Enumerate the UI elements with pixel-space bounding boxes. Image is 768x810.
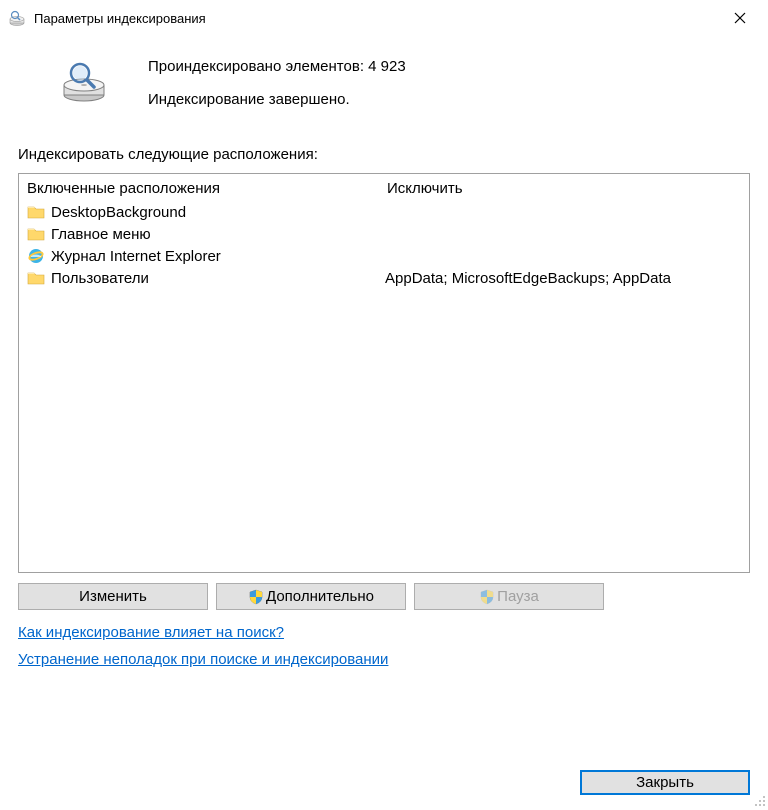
folder-icon [27,225,45,243]
advanced-button[interactable]: Дополнительно [216,583,406,610]
indexed-count-label: Проиндексировано элементов: 4 923 [148,56,406,75]
locations-list[interactable]: Включенные расположения Исключить Deskto… [18,173,750,573]
location-name: DesktopBackground [51,204,385,221]
location-name: Пользователи [51,270,385,287]
indexing-options-icon [8,9,26,27]
uac-shield-icon [248,589,264,605]
close-button[interactable]: Закрыть [580,770,750,795]
close-icon [734,12,746,24]
footer: Закрыть [580,770,750,795]
modify-button[interactable]: Изменить [18,583,208,610]
pause-button: Пауза [414,583,604,610]
folder-icon [27,203,45,221]
location-name: Журнал Internet Explorer [51,248,385,265]
titlebar: Параметры индексирования [0,0,768,36]
troubleshoot-link[interactable]: Устранение неполадок при поиске и индекс… [18,651,388,668]
table-row[interactable]: ПользователиAppData; MicrosoftEdgeBackup… [19,267,749,289]
pause-button-label: Пауза [497,588,539,605]
how-indexing-affects-link[interactable]: Как индексирование влияет на поиск? [18,624,284,641]
button-row: Изменить Дополнительно Пауза [18,583,750,610]
status-area: Проиндексировано элементов: 4 923 Индекс… [0,36,768,138]
folder-icon [27,269,45,287]
location-name: Главное меню [51,226,385,243]
column-header-included[interactable]: Включенные расположения [27,180,387,197]
table-row[interactable]: DesktopBackground [19,201,749,223]
table-header: Включенные расположения Исключить [19,174,749,201]
location-excluded: AppData; MicrosoftEdgeBackups; AppData [385,270,741,287]
table-row[interactable]: Журнал Internet Explorer [19,245,749,267]
close-window-button[interactable] [720,4,760,32]
locations-section-label: Индексировать следующие расположения: [0,138,768,173]
ie-icon [27,247,45,265]
indexing-status-label: Индексирование завершено. [148,91,406,108]
resize-grip[interactable] [754,795,766,807]
column-header-excluded[interactable]: Исключить [387,180,741,197]
window-title: Параметры индексирования [34,11,720,26]
table-row[interactable]: Главное меню [19,223,749,245]
links-area: Как индексирование влияет на поиск? Устр… [0,616,768,678]
uac-shield-icon-disabled [479,589,495,605]
advanced-button-label: Дополнительно [266,588,374,605]
drive-search-icon [60,61,108,103]
